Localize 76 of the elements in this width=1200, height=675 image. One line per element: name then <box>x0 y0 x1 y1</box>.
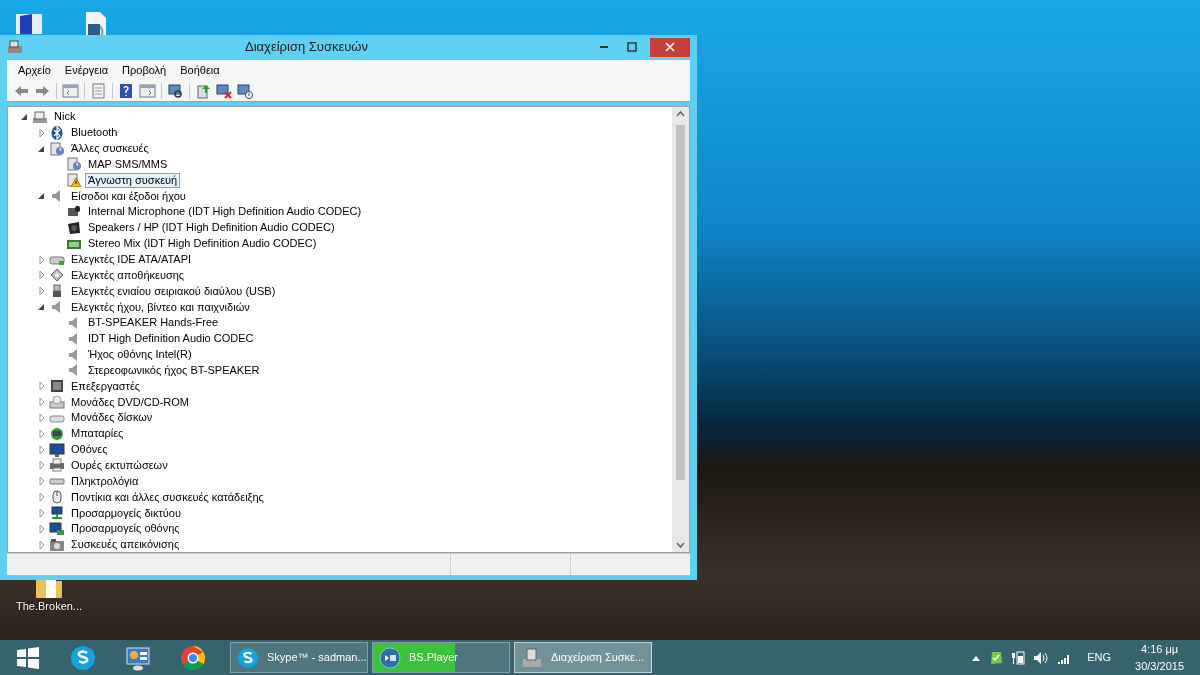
tree-item[interactable]: Speakers / HP (IDT High Definition Audio CODEC) <box>85 220 338 236</box>
minimize-icon <box>600 46 608 48</box>
tree-item[interactable]: Επεξεργαστές <box>68 378 144 394</box>
tree-item[interactable]: Ήχος οθόνης Intel(R) <box>85 347 195 363</box>
menu-item[interactable]: Προβολή <box>115 59 174 81</box>
disable-device-icon[interactable] <box>237 82 254 99</box>
clock-date[interactable]: 30/3/2015 <box>1135 657 1184 674</box>
menu-item[interactable]: Ενέργεια <box>57 59 116 81</box>
tree-item[interactable]: MAP SMS/MMS <box>85 156 171 172</box>
tree-item[interactable]: Συσκευές απεικόνισης <box>68 537 183 552</box>
s-logo-icon <box>237 646 259 669</box>
remove-device-icon[interactable] <box>216 82 233 99</box>
microphone-icon <box>66 205 82 219</box>
network-icon <box>49 506 65 520</box>
tree-item[interactable]: Προσαρμογείς δικτύου <box>68 505 184 521</box>
tree-item[interactable]: Μονάδες DVD/CD-ROM <box>68 394 193 410</box>
panel-icon[interactable] <box>62 82 79 99</box>
tree-item[interactable]: Bluetooth <box>68 125 121 141</box>
tree-item[interactable]: Είσοδοι και έξοδοι ήχου <box>68 188 189 204</box>
tree-item[interactable]: Ποντίκια και άλλες συσκευές κατάδειξης <box>68 489 267 505</box>
tree-item[interactable]: IDT High Definition Audio CODEC <box>85 331 257 347</box>
tree-item[interactable]: Μπαταρίες <box>68 426 127 442</box>
tree-item[interactable]: Ελεγκτές ενιαίου σειριακού διαύλου (USB) <box>68 283 279 299</box>
tree-item[interactable]: Ελεγκτές ήχου, βίντεο και παιχνιδιών <box>68 299 253 315</box>
computer-icon <box>32 109 48 124</box>
browser-icon[interactable] <box>178 643 207 672</box>
tree-item[interactable]: Άγνωστη συσκευή <box>85 172 181 188</box>
icon-label[interactable]: The.Broken... <box>16 598 83 615</box>
menu-item[interactable]: Αρχείο <box>11 59 58 81</box>
clock-time[interactable]: 4:16 μμ <box>1140 641 1179 658</box>
update-driver-icon[interactable] <box>195 82 212 99</box>
language-indicator[interactable]: ENG <box>1087 649 1112 666</box>
scrollbar[interactable] <box>672 107 689 552</box>
taskbar-button[interactable]: Skype™ - sadman... <box>230 642 368 673</box>
tree-item[interactable]: Στερεοφωνικός ήχος BT-SPEAKER <box>85 362 263 378</box>
monitor-search-icon[interactable] <box>167 82 184 99</box>
tree-item[interactable]: Nick <box>51 109 79 125</box>
tree-item[interactable]: Προσαρμογείς οθόνης <box>68 521 183 537</box>
window-title: Διαχείριση Συσκευών <box>245 39 368 55</box>
display-adapter-icon <box>49 521 65 536</box>
tree-item[interactable]: Ουρές εκτυπώσεων <box>68 458 171 473</box>
chip-icon <box>49 268 65 283</box>
question-device-icon <box>49 141 65 156</box>
processor-icon <box>49 379 65 394</box>
close-button[interactable] <box>650 37 690 57</box>
tree-item[interactable]: Μονάδες δίσκων <box>68 410 156 426</box>
document-icon[interactable] <box>90 82 107 99</box>
camera-icon <box>49 537 65 552</box>
tree-item[interactable]: Πληκτρολόγια <box>68 473 142 489</box>
tree-item[interactable]: BT-SPEAKER Hands-Free <box>85 315 222 331</box>
play-logo-icon <box>379 646 401 669</box>
tree-item[interactable]: Άλλες συσκευές <box>68 141 152 157</box>
s-logo-icon[interactable] <box>68 643 97 672</box>
check-badge-icon[interactable] <box>989 650 1004 665</box>
tree-item[interactable]: Οθόνες <box>68 442 111 458</box>
tree-item[interactable]: Stereo Mix (IDT High Definition Audio CODEC) <box>85 236 320 252</box>
printer-icon <box>49 458 65 473</box>
battery-plug-icon[interactable] <box>1011 650 1026 665</box>
computer-icon <box>521 646 543 669</box>
speaker-icon[interactable] <box>1033 650 1050 665</box>
optical-drive-icon <box>49 395 65 410</box>
tree-item[interactable]: Ελεγκτές IDE ATA/ATAPI <box>68 252 195 267</box>
scrollbar-thumb[interactable] <box>676 125 685 480</box>
menu-item[interactable]: Βοήθεια <box>173 59 227 81</box>
question-device-icon <box>66 157 82 172</box>
speakers-icon <box>66 220 82 235</box>
maximize-icon <box>627 42 637 52</box>
battery-icon <box>49 426 65 441</box>
bluetooth-icon <box>49 125 65 140</box>
close-icon <box>665 42 675 52</box>
help-icon[interactable] <box>118 82 135 99</box>
computer-icon <box>7 40 23 54</box>
tree-item[interactable]: Internal Microphone (IDT High Definition Audio CODEC) <box>85 204 365 220</box>
warning-device-icon <box>66 173 82 188</box>
tree-item[interactable]: Ελεγκτές αποθήκευσης <box>68 267 188 283</box>
monitor-icon <box>49 442 65 457</box>
